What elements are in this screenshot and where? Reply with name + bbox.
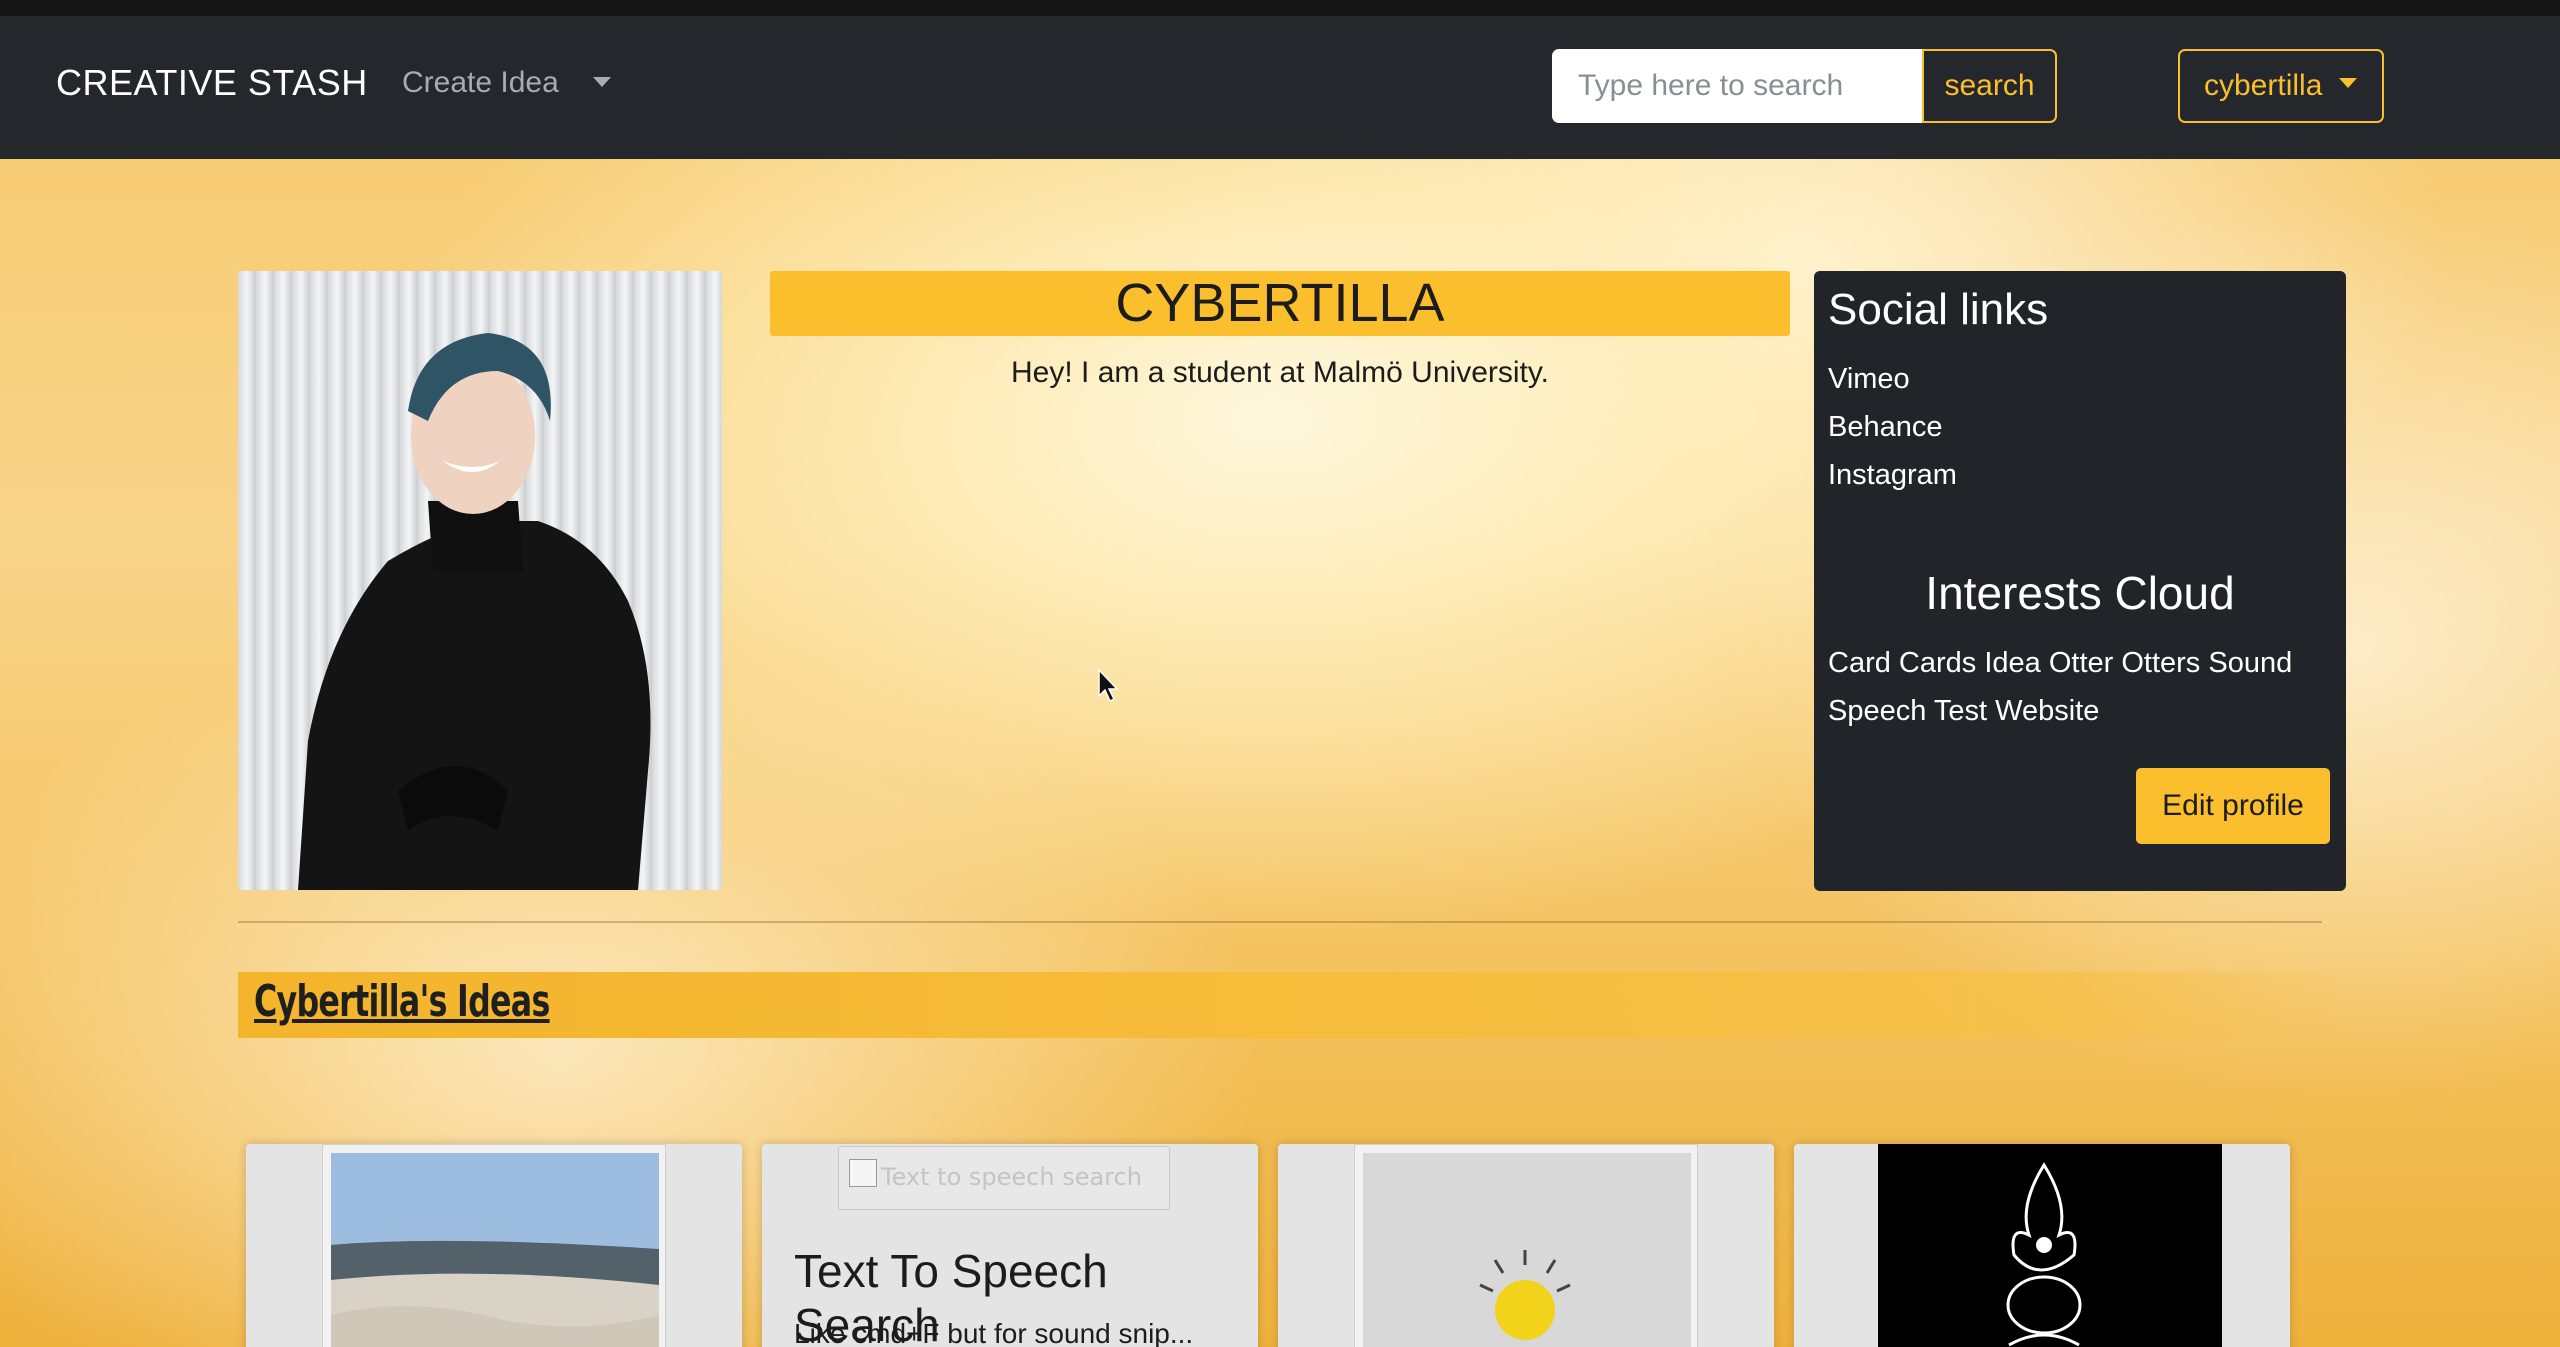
dunes-photo	[331, 1153, 659, 1347]
section-divider	[238, 921, 2322, 923]
social-link-instagram[interactable]: Instagram	[1828, 459, 1957, 492]
window-top-strip	[0, 0, 2560, 16]
idea-card[interactable]: Text to speech search Text To Speech Sea…	[762, 1144, 1258, 1347]
social-links-title: Social links	[1828, 285, 2049, 334]
edit-profile-button[interactable]: Edit profile	[2136, 768, 2330, 844]
social-link-vimeo[interactable]: Vimeo	[1828, 363, 1910, 396]
idea-card[interactable]	[246, 1144, 742, 1347]
idea-card[interactable]	[1794, 1144, 2290, 1347]
navbar: CREATIVE STASH Create Idea search cybert…	[0, 16, 2560, 159]
idea-card-description: Like cmd+F but for sound snip...	[794, 1318, 1194, 1347]
lightbulb-paper-photo	[1363, 1153, 1691, 1347]
idea-card-image-broken[interactable]: Text to speech search	[838, 1146, 1170, 1210]
chevron-down-icon[interactable]	[593, 77, 611, 87]
ideas-title[interactable]: Cybertilla's Ideas	[254, 976, 550, 1027]
idea-card-image[interactable]	[322, 1144, 666, 1347]
ideas-header: Cybertilla's Ideas	[238, 972, 2360, 1038]
social-link-behance[interactable]: Behance	[1828, 411, 1943, 444]
idea-card[interactable]	[1278, 1144, 1774, 1347]
flame-creature-drawing	[1879, 1145, 2209, 1347]
person-photo	[298, 333, 651, 890]
social-panel: Social links Vimeo Behance Instagram Int…	[1814, 271, 2346, 891]
profile-bio: Hey! I am a student at Malmö University.	[1011, 356, 1549, 389]
create-idea-dropdown[interactable]: Create Idea	[402, 66, 559, 100]
chevron-down-icon[interactable]	[2339, 78, 2357, 88]
brand-logo[interactable]: CREATIVE STASH	[56, 62, 368, 104]
interests-title: Interests Cloud	[1925, 567, 2235, 619]
interests-cloud: Card Cards Idea Otter Otters Sound Speec…	[1828, 647, 2293, 727]
search-button[interactable]: search	[1922, 49, 2057, 123]
profile-name: CYBERTILLA	[770, 271, 1790, 336]
search-input[interactable]	[1552, 49, 1924, 123]
broken-image-icon	[849, 1159, 877, 1187]
idea-card-image[interactable]	[1878, 1144, 2222, 1347]
idea-card-image[interactable]	[1354, 1144, 1698, 1347]
idea-card-image-alt: Text to speech search	[881, 1163, 1142, 1191]
mouse-cursor-icon	[1098, 668, 1119, 703]
avatar	[238, 271, 722, 890]
